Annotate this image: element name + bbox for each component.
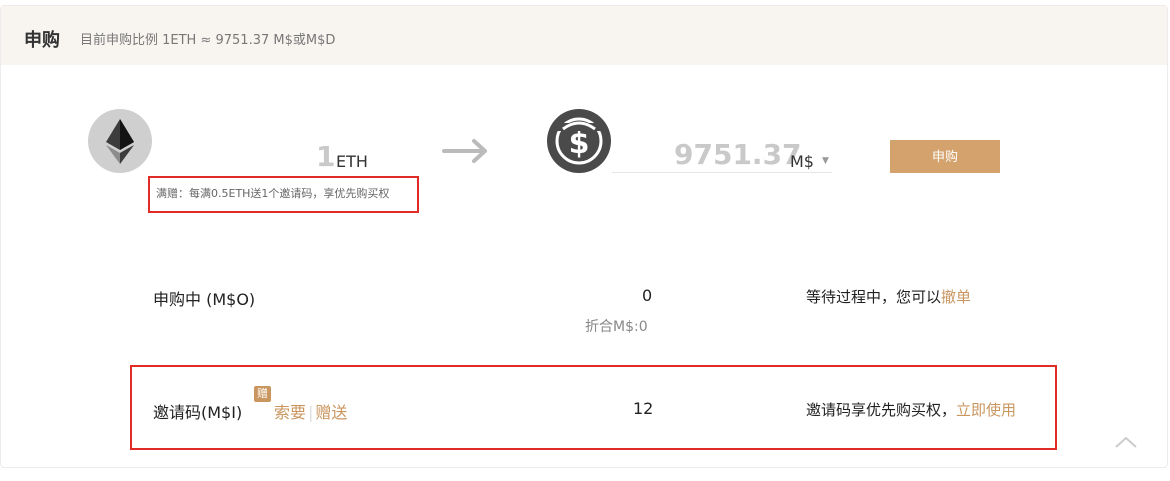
- pending-label: 申购中 (M$O): [153, 290, 256, 309]
- bonus-promo-text: 满赠：每满0.5ETH送1个邀请码，享优先购买权: [156, 187, 390, 200]
- ethereum-icon: [88, 109, 152, 173]
- svg-text:$: $: [569, 126, 590, 161]
- eth-amount-input[interactable]: 1: [316, 140, 335, 173]
- pending-value: 0: [642, 286, 653, 305]
- arrow-right-icon: [442, 136, 490, 170]
- caret-down-icon[interactable]: ▼: [822, 156, 829, 166]
- msd-amount-output[interactable]: 9751.37: [674, 138, 802, 171]
- cancel-order-link[interactable]: 撤单: [941, 288, 971, 306]
- page-title: 申购: [24, 30, 60, 51]
- pending-note: 等待过程中，您可以撤单: [806, 286, 971, 307]
- eth-unit-label: ETH: [336, 152, 368, 171]
- pending-note-text: 等待过程中，您可以: [806, 288, 942, 306]
- invite-label: 邀请码(M$I): [153, 403, 243, 422]
- invite-value: 12: [633, 399, 654, 418]
- action-divider: |: [308, 403, 314, 422]
- gift-badge: 赠: [254, 386, 271, 402]
- msd-coin-icon: $: [547, 109, 611, 173]
- request-invite-link[interactable]: 索要: [274, 403, 306, 422]
- gift-invite-link[interactable]: 赠送: [315, 403, 347, 422]
- invite-actions: 索要 | 赠送: [274, 399, 347, 423]
- invite-note-text: 邀请码享优先购买权，: [806, 401, 957, 419]
- exchange-rate-text: 目前申购比例 1ETH ≈ 9751.37 M$或M$D: [80, 33, 336, 48]
- invite-note: 邀请码享优先购买权，立即使用: [806, 399, 1016, 420]
- chevron-up-icon[interactable]: [1114, 434, 1138, 453]
- pending-equivalent: 折合M$:0: [585, 319, 648, 335]
- use-now-link[interactable]: 立即使用: [956, 401, 1016, 419]
- output-underline: [612, 172, 832, 173]
- currency-select[interactable]: M$: [790, 152, 814, 171]
- subscribe-button[interactable]: 申购: [890, 140, 1000, 173]
